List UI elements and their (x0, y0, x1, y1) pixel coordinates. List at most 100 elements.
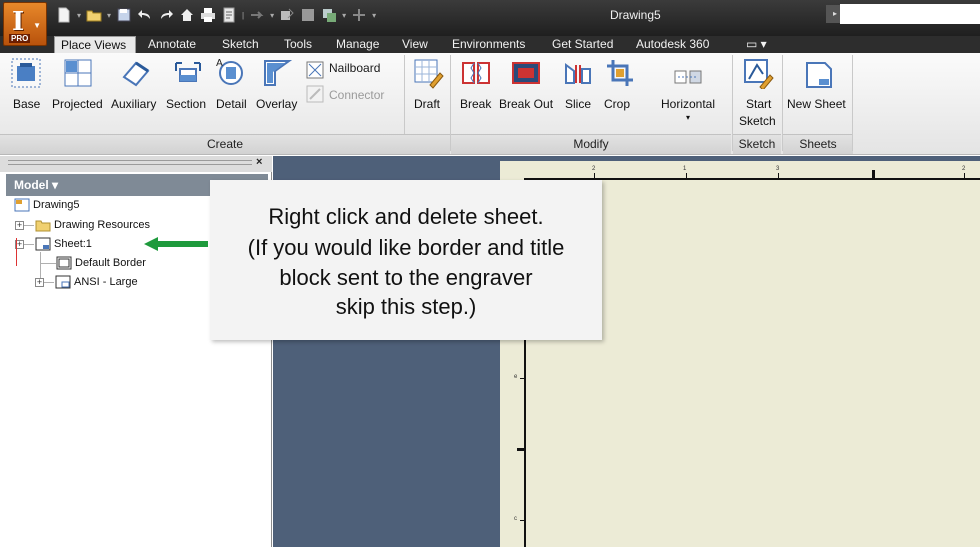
ribbon-tab-bar: Place Views Annotate Sketch Tools Manage… (0, 36, 980, 53)
tree-label: Drawing Resources (54, 219, 150, 231)
crop-icon (604, 57, 636, 89)
nailboard-icon (306, 61, 324, 79)
save-icon[interactable] (116, 7, 132, 23)
tab-tools[interactable]: Tools (284, 36, 312, 53)
new-icon[interactable] (56, 7, 72, 23)
new-sheet-icon (803, 59, 835, 91)
zone-tick (520, 378, 524, 379)
tab-sketch[interactable]: Sketch (222, 36, 259, 53)
dropdown-icon[interactable]: ▾ (107, 11, 111, 20)
sheets-group-label: Sheets (783, 134, 853, 154)
select-icon[interactable] (300, 7, 316, 23)
dropdown-icon[interactable]: ▾ (270, 11, 274, 20)
tree-connector (44, 282, 54, 283)
color-icon[interactable] (321, 7, 337, 23)
detail-view-icon: A (214, 55, 246, 87)
title-block-icon (55, 275, 71, 289)
expand-icon[interactable]: + (35, 278, 44, 287)
tree-connector (40, 263, 56, 264)
draft-view-icon (412, 57, 444, 89)
quick-access-toolbar: ▾ ▾ | ▾ ▾ ▾ (56, 4, 376, 26)
redo-icon[interactable] (158, 7, 174, 23)
horizontal-align-icon (672, 61, 704, 93)
break-out-label: Break Out (499, 97, 554, 111)
svg-text:A: A (216, 58, 223, 69)
callout-line: skip this step.) (335, 294, 477, 319)
ribbon-options-icon[interactable]: ▭ ▾ (746, 36, 767, 53)
callout-line: block sent to the engraver (279, 265, 533, 290)
browser-grip-bar[interactable] (0, 156, 272, 172)
application-menu-button[interactable]: I ▼ PRO (3, 2, 47, 46)
tree-connector (24, 225, 34, 226)
zone-tick (594, 173, 595, 178)
open-icon[interactable] (86, 7, 102, 23)
projected-label: Projected (52, 97, 103, 111)
pointer-arrow-icon (144, 237, 208, 251)
folder-icon (35, 218, 51, 232)
chevron-down-icon[interactable]: ▾ (686, 113, 690, 122)
connector-label: Connector (329, 88, 385, 102)
tab-environments[interactable]: Environments (452, 36, 525, 53)
home-icon[interactable] (179, 7, 195, 23)
search-field[interactable] (840, 4, 980, 24)
customize-qat-icon[interactable]: ▾ (372, 11, 376, 20)
inventor-logo-icon: I (12, 7, 25, 37)
drawing-doc-icon (14, 198, 30, 212)
start-sketch-icon (742, 57, 774, 91)
centering-mark (872, 170, 875, 178)
start-sketch-label-line1: Start (746, 97, 772, 111)
dropdown-icon[interactable]: ▾ (77, 11, 81, 20)
horizontal-label: Horizontal (661, 97, 716, 111)
undo-icon[interactable] (137, 7, 153, 23)
print-icon[interactable] (200, 7, 216, 23)
callout-line: Right click and delete sheet. (268, 204, 544, 229)
tree-label: Sheet:1 (54, 238, 92, 250)
break-out-icon (510, 57, 542, 89)
expand-icon[interactable]: + (15, 221, 24, 230)
dropdown-icon[interactable]: ▾ (342, 11, 346, 20)
crop-label: Crop (604, 97, 631, 111)
create-group-label: Create (0, 134, 450, 154)
zone-tick (520, 520, 524, 521)
ribbon-divider (852, 55, 853, 151)
connector-icon (306, 85, 324, 103)
sketch-icon[interactable] (279, 7, 295, 23)
tree-item-default-border[interactable]: Default Border (56, 255, 146, 271)
tree-label: ANSI - Large (74, 276, 138, 288)
title-bar: I ▼ PRO ▾ ▾ | ▾ ▾ ▾ Drawing5 ▸ (0, 0, 980, 46)
zone-tick (686, 173, 687, 178)
tab-autodesk-360[interactable]: Autodesk 360 (636, 36, 709, 53)
separator: | (242, 10, 245, 20)
zone-label: 2 (962, 166, 966, 172)
tab-get-started[interactable]: Get Started (552, 36, 613, 53)
properties-icon[interactable] (221, 7, 237, 23)
tree-item-drawing-resources[interactable]: Drawing Resources (35, 217, 150, 233)
tab-manage[interactable]: Manage (336, 36, 379, 53)
pro-badge: PRO (9, 34, 31, 43)
instruction-callout: Right click and delete sheet. (If you wo… (210, 180, 602, 340)
tab-place-views[interactable]: Place Views (54, 36, 136, 53)
tab-annotate[interactable]: Annotate (148, 36, 196, 53)
tree-item-sheet-1[interactable]: Sheet:1 (35, 236, 92, 252)
base-label: Base (13, 97, 41, 111)
end-of-sheet-marker (16, 238, 17, 266)
zone-label: e (514, 374, 518, 380)
tree-item-drawing5[interactable]: Drawing5 (14, 197, 79, 213)
zone-tick (778, 173, 779, 178)
slice-label: Slice (565, 97, 592, 111)
section-label: Section (166, 97, 207, 111)
border-icon (56, 256, 72, 270)
document-title: Drawing5 (610, 8, 661, 22)
return-icon[interactable] (249, 7, 265, 23)
plus-icon[interactable] (351, 7, 367, 23)
section-view-icon (172, 57, 204, 89)
slice-icon (562, 57, 594, 89)
auxiliary-label: Auxiliary (111, 97, 157, 111)
close-icon[interactable]: × (256, 156, 262, 168)
zone-tick (964, 173, 965, 178)
detail-label: Detail (216, 97, 247, 111)
tab-view[interactable]: View (402, 36, 428, 53)
tree-item-ansi-large[interactable]: ANSI - Large (55, 274, 138, 290)
centering-mark (517, 448, 524, 451)
nailboard-label: Nailboard (329, 61, 381, 75)
